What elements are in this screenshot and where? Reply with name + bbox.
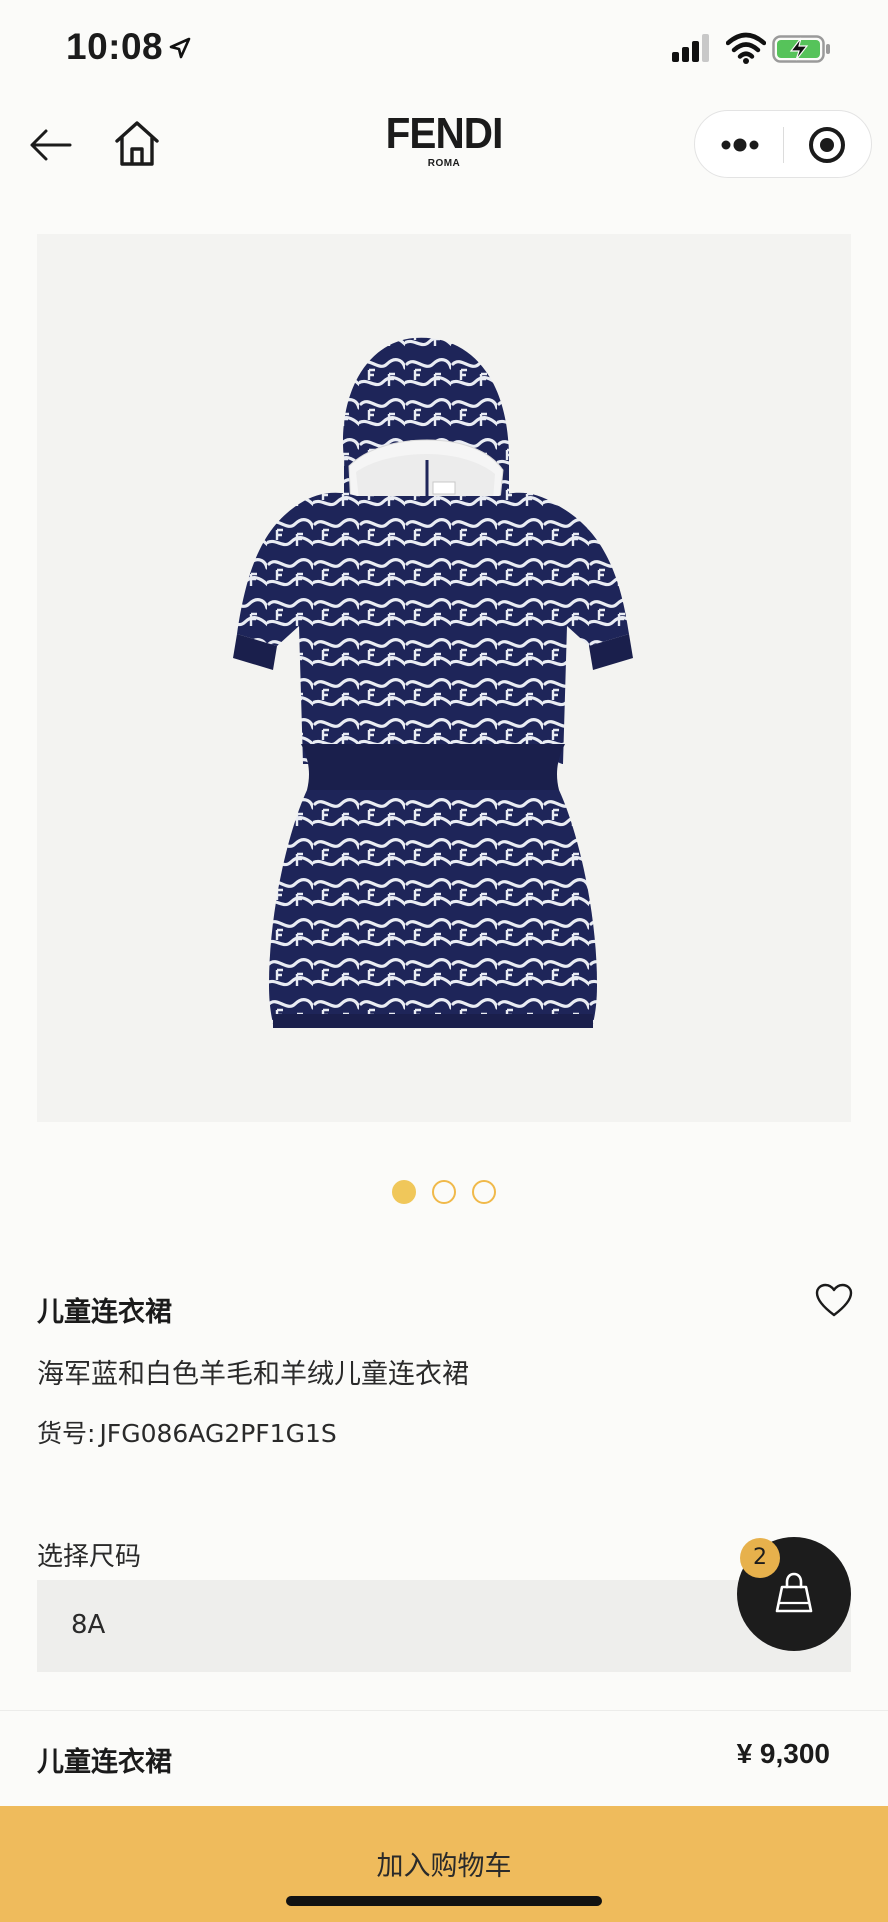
size-selected-value: 8A [71, 1610, 106, 1640]
summary-product-name: 儿童连衣裙 [37, 1747, 172, 1778]
carousel-dot-2[interactable] [432, 1180, 456, 1204]
product-image[interactable] [37, 234, 851, 1122]
size-label: 选择尺码 [37, 1542, 142, 1572]
add-to-cart-label: 加入购物车 [376, 1851, 512, 1882]
battery-charging-icon [772, 35, 830, 63]
size-select[interactable]: 8A [37, 1580, 851, 1672]
summary-price: ¥ 9,300 [736, 1738, 830, 1769]
carousel-dot-1[interactable] [392, 1180, 416, 1204]
product-detail-screen: 10:08 FENDI ROMA 儿童连衣裙 海军蓝和白色羊毛和羊绒儿童连衣裙 … [0, 0, 888, 1922]
sku-label: 货号: [37, 1419, 96, 1448]
product-title: 儿童连衣裙 [37, 1297, 172, 1328]
sku-value: JFG086AG2PF1G1S [99, 1419, 337, 1448]
wifi-icon [726, 32, 766, 64]
status-bar: 10:08 [0, 0, 888, 100]
back-arrow-icon[interactable] [26, 120, 76, 170]
product-description: 海军蓝和白色羊毛和羊绒儿童连衣裙 [37, 1359, 469, 1390]
target-icon[interactable] [807, 125, 847, 165]
navigation-bar: FENDI ROMA [0, 100, 888, 190]
location-arrow-icon [169, 37, 191, 59]
heart-outline-icon[interactable] [814, 1282, 854, 1318]
home-indicator [286, 1896, 602, 1906]
carousel-dots [392, 1180, 496, 1206]
carousel-dot-3[interactable] [472, 1180, 496, 1204]
shopping-bag-icon [775, 1572, 813, 1613]
more-dots-icon[interactable] [719, 133, 761, 157]
home-icon[interactable] [112, 118, 162, 170]
brand-name: FENDI [385, 109, 504, 158]
brand-subtitle: ROMA [427, 158, 461, 169]
capsule-divider [783, 127, 784, 163]
summary-divider [0, 1710, 888, 1711]
brand-logo: FENDI ROMA [370, 112, 518, 178]
product-sku: 货号: JFG086AG2PF1G1S [37, 1414, 337, 1450]
mini-program-capsule [694, 110, 872, 178]
cart-count-badge: 2 [740, 1538, 780, 1578]
status-time: 10:08 [66, 26, 164, 67]
signal-icon [672, 34, 709, 62]
product-dress-illustration [233, 337, 633, 1028]
